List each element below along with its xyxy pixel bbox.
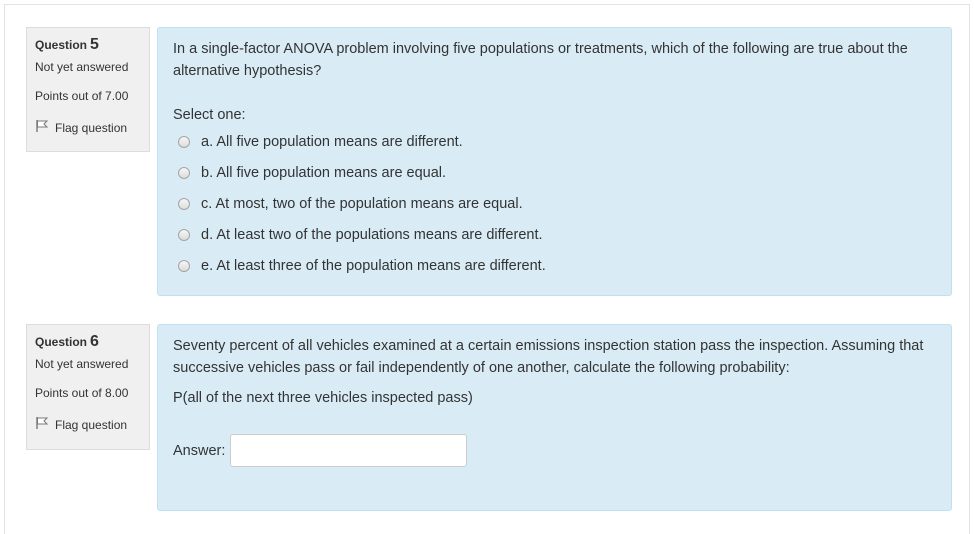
answer-label[interactable]: e. At least three of the population mean… [201,255,546,277]
flag-icon [35,119,55,136]
question-state: Not yet answered [35,60,129,74]
answer-option-b[interactable]: b. All five population means are equal. [173,157,936,188]
question-content: Seventy percent of all vehicles examined… [157,324,952,511]
answer-label[interactable]: a. All five population means are differe… [201,131,463,153]
answer-option-c[interactable]: c. At most, two of the population means … [173,188,936,219]
answer-line: Answer: [173,434,936,467]
answer-label: Answer: [173,442,226,459]
question-number: Question 5 [35,34,149,58]
question-text: In a single-factor ANOVA problem involvi… [173,41,908,79]
radio-button[interactable] [178,135,190,148]
radio-button[interactable] [178,197,190,210]
radio-button[interactable] [178,228,190,241]
flag-icon [35,416,55,433]
flag-question-label: Flag question [55,120,128,135]
question-grade: Points out of 7.00 [35,89,129,103]
answer-label[interactable]: c. At most, two of the population means … [201,193,523,215]
flag-question-link[interactable]: Flag question [35,119,149,136]
question-content: In a single-factor ANOVA problem involvi… [157,27,952,296]
radio-button[interactable] [178,166,190,179]
answer-label[interactable]: b. All five population means are equal. [201,162,446,184]
question-number: Question 6 [35,331,149,355]
question-grade: Points out of 8.00 [35,386,129,400]
answer-input[interactable] [230,434,468,467]
answer-option-d[interactable]: d. At least two of the populations means… [173,219,936,250]
question-label: Question [35,335,88,349]
question-subtext: P(all of the next three vehicles inspect… [173,390,473,406]
question-info: Question 6 Not yet answered Points out of… [26,324,150,450]
question-number-value: 5 [90,36,99,53]
question-label: Question [35,38,88,52]
select-prompt: Select one: [173,107,246,123]
radio-button[interactable] [178,259,190,272]
question-text: Seventy percent of all vehicles examined… [173,338,924,376]
question-state: Not yet answered [35,357,129,371]
answer-label[interactable]: d. At least two of the populations means… [201,224,543,246]
question-number-value: 6 [90,333,99,350]
question-info: Question 5 Not yet answered Points out of… [26,27,150,152]
flag-question-label: Flag question [55,417,128,432]
answer-options: a. All five population means are differe… [173,126,936,281]
flag-question-link[interactable]: Flag question [35,416,149,433]
answer-option-e[interactable]: e. At least three of the population mean… [173,250,936,281]
answer-option-a[interactable]: a. All five population means are differe… [173,126,936,157]
